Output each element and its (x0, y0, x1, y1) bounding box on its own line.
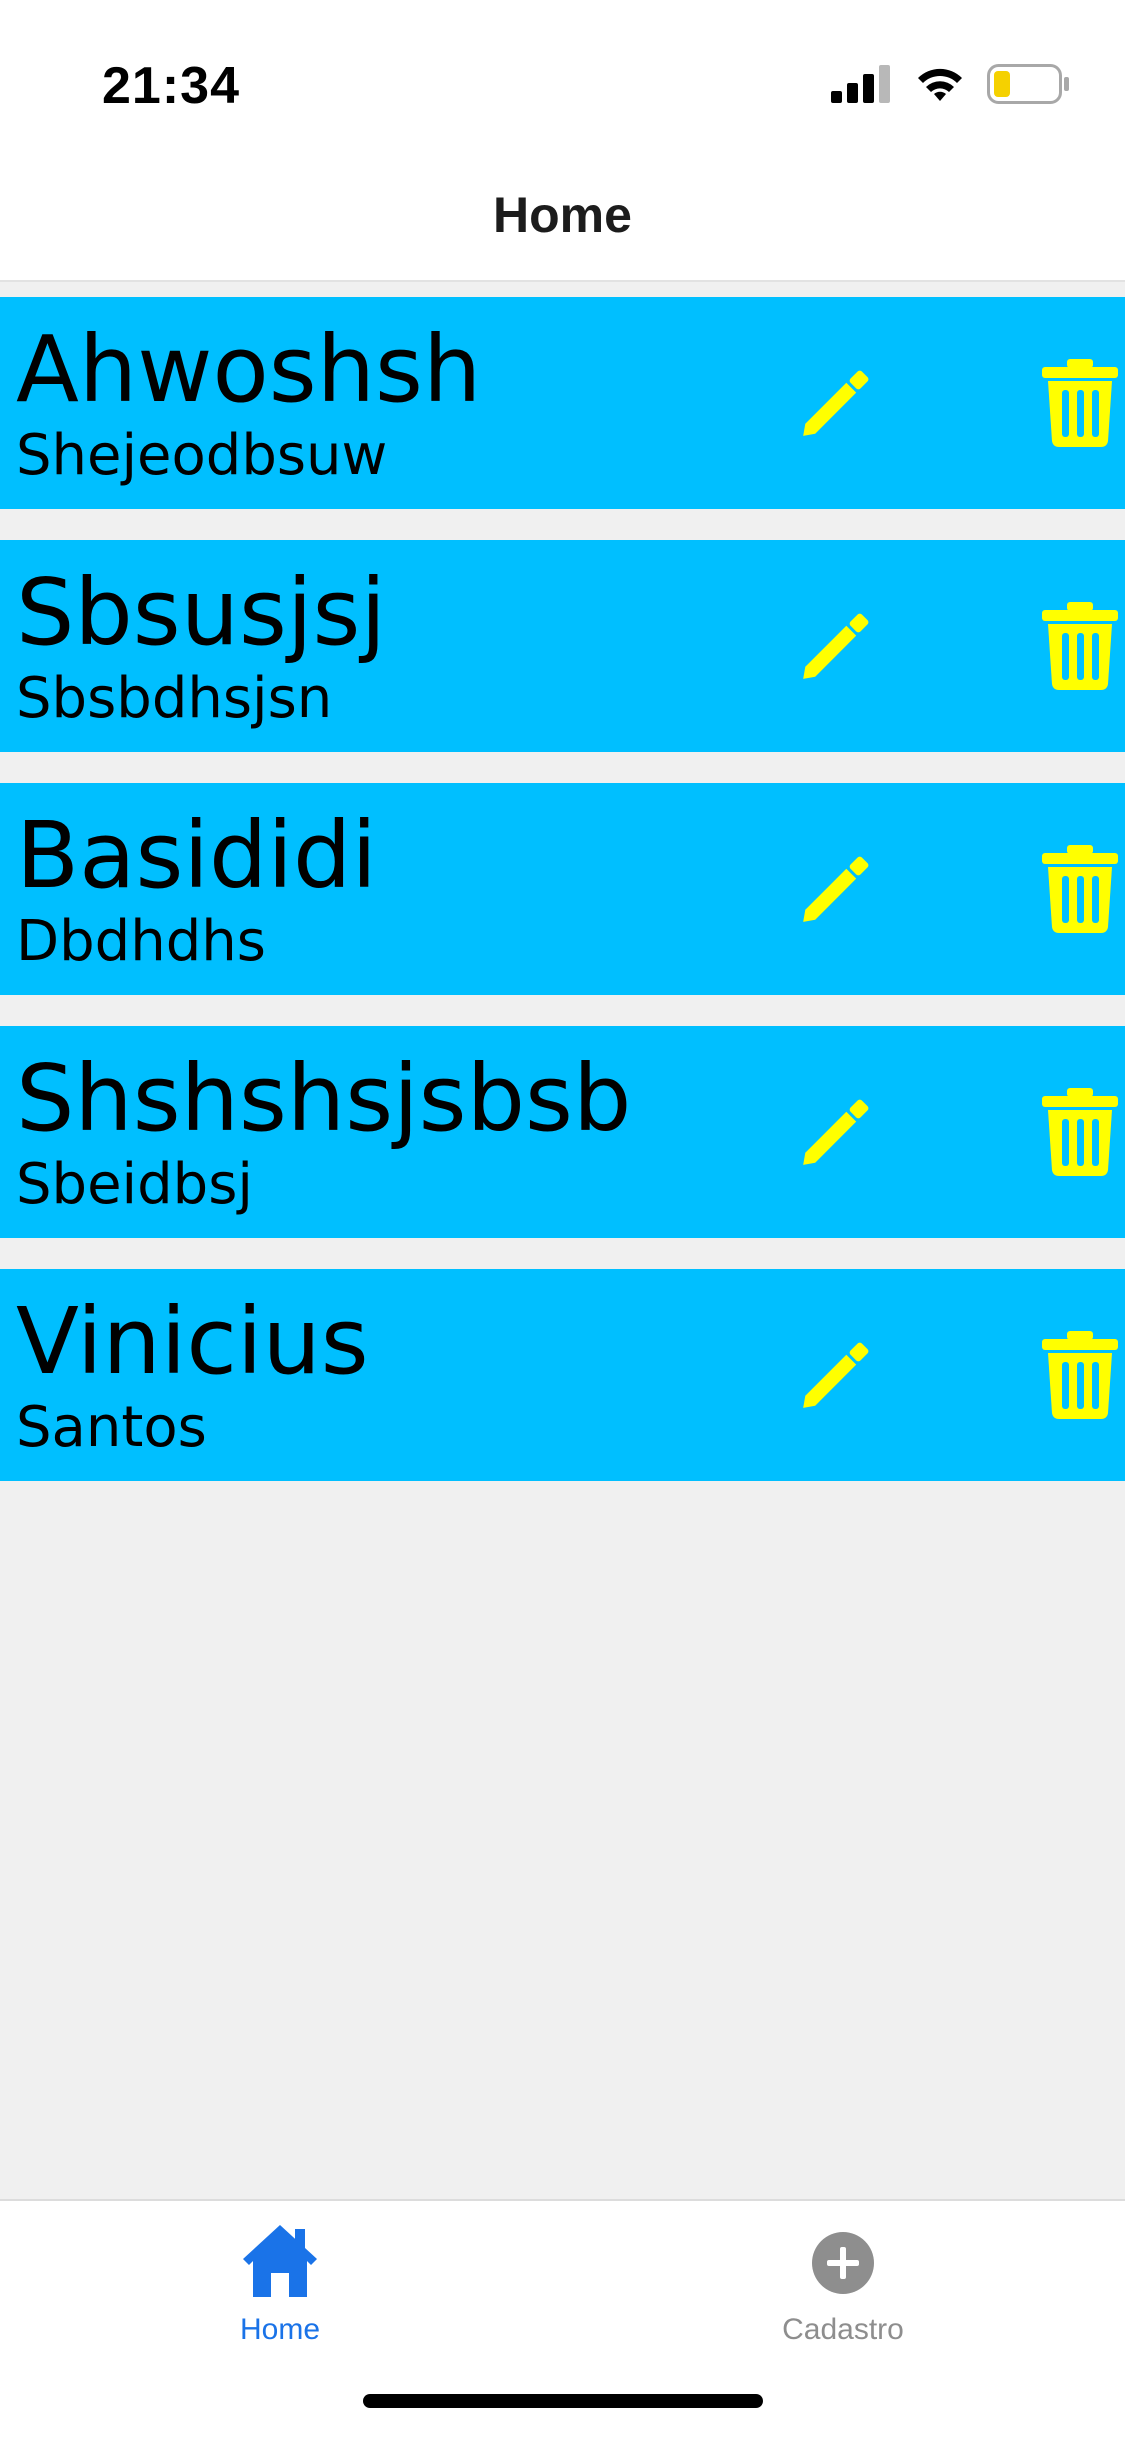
pencil-icon[interactable] (790, 1331, 880, 1421)
trash-icon[interactable] (1040, 1088, 1120, 1176)
pencil-icon[interactable] (790, 359, 880, 449)
list-item[interactable]: Basididi Dbdhdhs (0, 783, 1125, 995)
battery-icon (987, 64, 1069, 104)
item-name: Basididi (16, 802, 377, 909)
item-name: Vinicius (16, 1288, 369, 1395)
wifi-icon (918, 68, 962, 101)
item-subtitle: Shejeodbsuw (16, 423, 388, 488)
trash-icon[interactable] (1040, 602, 1120, 690)
tab-home[interactable]: Home (130, 2221, 430, 2347)
navigation-header: Home (0, 150, 1125, 282)
person-list: Ahwoshsh Shejeodbsuw Sbsusjsj Sbsbdhsjsn (0, 297, 1125, 1512)
item-subtitle: Santos (16, 1395, 207, 1460)
list-item[interactable]: Ahwoshsh Shejeodbsuw (0, 297, 1125, 509)
pencil-icon[interactable] (790, 602, 880, 692)
tab-home-label: Home (239, 2313, 321, 2346)
tab-cadastro-label: Cadastro (782, 2313, 904, 2346)
pencil-icon[interactable] (790, 845, 880, 935)
page-title: Home (493, 187, 632, 243)
list-item[interactable]: Shshshsjsbsb Sbeidbsj (0, 1026, 1125, 1238)
plus-circle-icon (812, 2232, 874, 2294)
status-time: 21:34 (102, 57, 240, 115)
pencil-icon[interactable] (790, 1088, 880, 1178)
trash-icon[interactable] (1040, 845, 1120, 933)
signal-icon (831, 65, 890, 103)
tab-cadastro[interactable]: Cadastro (693, 2221, 993, 2347)
status-bar: 21:34 (0, 0, 1125, 150)
item-subtitle: Sbsbdhsjsn (16, 666, 333, 731)
item-subtitle: Sbeidbsj (16, 1152, 253, 1217)
item-name: Shshshsjsbsb (16, 1045, 632, 1152)
home-icon (243, 2225, 317, 2297)
home-indicator (363, 2394, 763, 2408)
list-item[interactable]: Sbsusjsj Sbsbdhsjsn (0, 540, 1125, 752)
item-name: Sbsusjsj (16, 559, 387, 666)
item-subtitle: Dbdhdhs (16, 909, 266, 974)
item-name: Ahwoshsh (16, 316, 482, 423)
trash-icon[interactable] (1040, 359, 1120, 447)
trash-icon[interactable] (1040, 1331, 1120, 1419)
status-icons (831, 64, 1071, 104)
list-item[interactable]: Vinicius Santos (0, 1269, 1125, 1481)
